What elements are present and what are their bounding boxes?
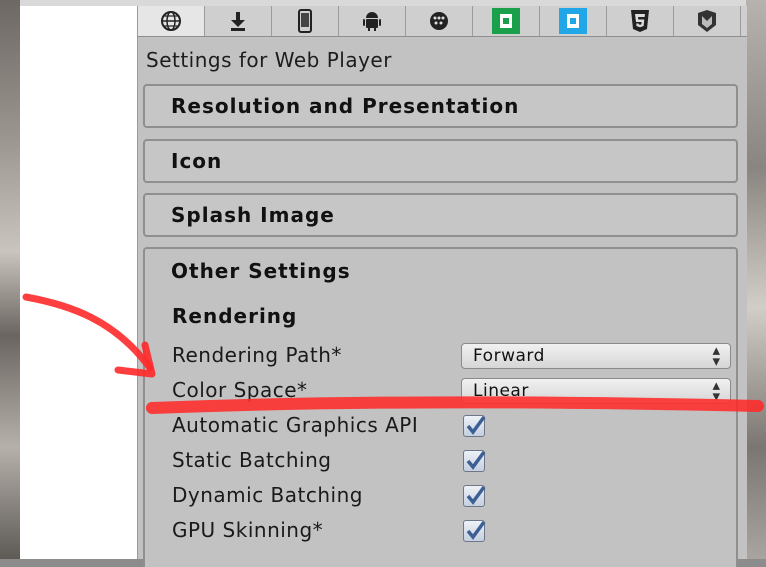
- tab-standalone[interactable]: [205, 6, 272, 36]
- platform-tabbar: [138, 6, 747, 37]
- tab-blackberry[interactable]: [406, 6, 473, 36]
- color-space-label: Color Space*: [172, 378, 308, 402]
- globe-icon: [161, 11, 181, 31]
- windows-store-green-icon: [492, 8, 520, 34]
- updown-arrows-icon: ▴ ▾: [712, 341, 720, 370]
- color-space-value: Linear: [473, 381, 529, 401]
- unity-shield-icon: [698, 10, 716, 32]
- tab-web-player[interactable]: [138, 6, 205, 36]
- section-resolution-presentation[interactable]: Resolution and Presentation: [143, 84, 738, 128]
- rendering-heading: Rendering: [172, 304, 298, 328]
- windows-store-blue-icon: [559, 8, 587, 34]
- auto-graphics-api-label: Automatic Graphics API: [172, 413, 419, 437]
- checkmark-icon: [466, 450, 486, 470]
- left-margin: [20, 6, 137, 559]
- updown-arrows-icon: ▴ ▾: [712, 376, 720, 405]
- mobile-device-icon: [298, 9, 312, 33]
- checkmark-icon: [466, 415, 486, 435]
- gpu-skinning-checkbox[interactable]: [463, 520, 486, 542]
- android-icon: [363, 12, 381, 31]
- dynamic-batching-label: Dynamic Batching: [172, 483, 363, 507]
- static-batching-checkbox[interactable]: [463, 450, 486, 472]
- section-header-other-settings[interactable]: Other Settings: [171, 259, 351, 283]
- rendering-path-dropdown[interactable]: Forward ▴ ▾: [461, 343, 731, 369]
- rendering-path-label: Rendering Path*: [172, 343, 342, 367]
- html5-icon: [631, 10, 649, 32]
- color-space-dropdown[interactable]: Linear ▴ ▾: [461, 378, 731, 404]
- tab-other-platform[interactable]: [674, 6, 741, 36]
- section-label: Icon: [171, 149, 223, 173]
- dynamic-batching-checkbox[interactable]: [463, 485, 486, 507]
- auto-graphics-api-checkbox[interactable]: [463, 415, 486, 437]
- static-batching-label: Static Batching: [172, 448, 332, 472]
- tab-webgl[interactable]: [607, 6, 674, 36]
- background-right: [746, 0, 766, 559]
- background-left: [0, 0, 20, 559]
- gpu-skinning-label: GPU Skinning*: [172, 518, 324, 542]
- download-icon: [231, 12, 245, 31]
- section-other-settings: Other Settings Rendering Rendering Path*…: [143, 247, 738, 567]
- checkmark-icon: [466, 485, 486, 505]
- player-settings-panel: Settings for Web Player Resolution and P…: [137, 6, 747, 567]
- blackberry-icon: [430, 12, 448, 30]
- section-label: Resolution and Presentation: [171, 94, 520, 118]
- rendering-path-value: Forward: [473, 346, 545, 366]
- checkmark-icon: [466, 520, 486, 540]
- page-title: Settings for Web Player: [146, 48, 392, 72]
- tab-android[interactable]: [339, 6, 406, 36]
- tab-windows-store[interactable]: [473, 6, 540, 36]
- section-label: Splash Image: [171, 203, 335, 227]
- tab-ios[interactable]: [272, 6, 339, 36]
- section-splash-image[interactable]: Splash Image: [143, 193, 738, 237]
- section-icon[interactable]: Icon: [143, 139, 738, 183]
- tab-windows-phone[interactable]: [540, 6, 607, 36]
